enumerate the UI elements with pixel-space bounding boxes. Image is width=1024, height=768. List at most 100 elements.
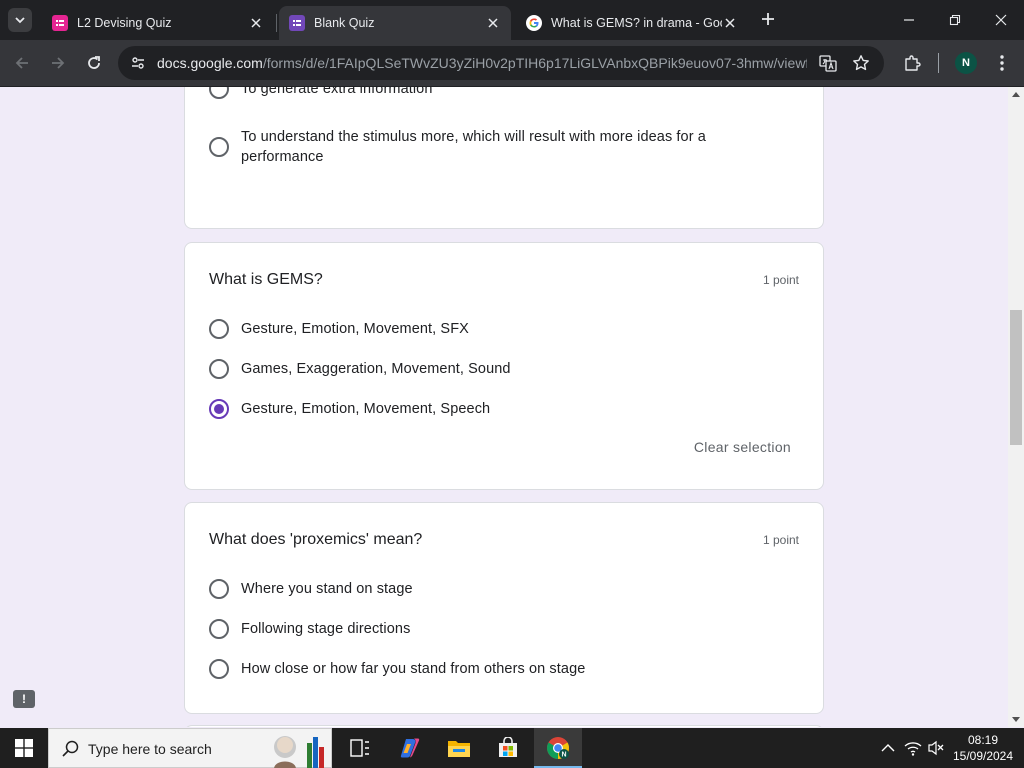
tab-blank-quiz[interactable]: Blank Quiz (279, 6, 511, 40)
scroll-down-arrow-icon[interactable] (1012, 715, 1020, 723)
minimize-icon (904, 19, 914, 21)
reload-button[interactable] (82, 51, 106, 75)
option-understand-stimulus[interactable]: To understand the stimulus more, which w… (209, 127, 799, 167)
network-status[interactable] (903, 738, 923, 758)
windows-taskbar: Type here to search N 08:19 15/09/2024 (0, 728, 1024, 768)
translate-button[interactable] (818, 53, 838, 73)
option-label: How close or how far you stand from othe… (241, 661, 586, 677)
system-clock[interactable]: 08:19 15/09/2024 (948, 732, 1018, 764)
radio-button[interactable] (209, 137, 229, 157)
search-icon (62, 740, 79, 757)
show-hidden-icons-button[interactable] (878, 738, 898, 758)
option-gems-speech[interactable]: Gesture, Emotion, Movement, Speech (209, 399, 799, 419)
close-tab-icon[interactable] (248, 15, 264, 31)
taskbar-search-box[interactable]: Type here to search (48, 728, 332, 768)
search-highlight-illustration-icon (274, 736, 324, 768)
tab-title: L2 Devising Quiz (77, 16, 172, 30)
new-tab-button[interactable] (758, 9, 778, 29)
option-label: Following stage directions (241, 621, 411, 637)
site-info-button[interactable] (126, 51, 150, 75)
option-generate-info[interactable]: To generate extra information (209, 87, 799, 99)
page-scrollbar[interactable] (1008, 87, 1024, 727)
restore-button[interactable] (932, 0, 978, 40)
task-view-button[interactable] (336, 728, 384, 768)
wifi-icon (904, 742, 922, 756)
browser-toolbar: docs.google.com/forms/d/e/1FAIpQLSeTWvZU… (0, 40, 1024, 87)
question-card-next (184, 725, 824, 727)
microsoft-store-icon (499, 737, 517, 757)
option-proxemics-stand[interactable]: Where you stand on stage (209, 579, 799, 599)
radio-button[interactable] (209, 619, 229, 639)
url-text[interactable]: docs.google.com/forms/d/e/1FAIpQLSeTWvZU… (157, 55, 807, 71)
clock-date: 15/09/2024 (952, 749, 1014, 763)
forms-favicon-icon (289, 15, 305, 31)
chevron-down-icon (15, 17, 25, 24)
report-feedback-button[interactable]: ! (13, 690, 35, 708)
scroll-up-arrow-icon[interactable] (1012, 91, 1020, 99)
close-window-button[interactable] (978, 0, 1024, 40)
chrome-icon: N (547, 737, 569, 759)
tab-l2-devising-quiz[interactable]: L2 Devising Quiz (42, 6, 274, 40)
arrow-left-icon (15, 57, 28, 69)
minimize-button[interactable] (886, 0, 932, 40)
more-vert-icon (1000, 55, 1004, 71)
star-icon (853, 55, 869, 71)
reload-icon (88, 56, 100, 69)
file-explorer-icon (448, 741, 470, 757)
option-gems-games[interactable]: Games, Exaggeration, Movement, Sound (209, 359, 799, 379)
tab-title: What is GEMS? in drama - Goog (551, 16, 722, 30)
tab-search-button[interactable] (8, 8, 32, 32)
windows-start-icon[interactable] (15, 739, 33, 757)
radio-button[interactable] (209, 319, 229, 339)
plus-icon (762, 13, 774, 25)
option-proxemics-directions[interactable]: Following stage directions (209, 619, 799, 639)
tab-title: Blank Quiz (314, 16, 375, 30)
question-card-gems: What is GEMS? 1 point Gesture, Emotion, … (184, 242, 824, 490)
points-label: 1 point (762, 273, 799, 287)
close-tab-icon[interactable] (485, 15, 501, 31)
tab-what-is-gems-search[interactable]: What is GEMS? in drama - Goog (516, 6, 748, 40)
arrow-right-icon (52, 57, 65, 69)
clear-selection-button[interactable]: Clear selection (694, 439, 791, 455)
clock-time: 08:19 (967, 733, 999, 747)
tune-icon (132, 57, 144, 69)
option-label: Gesture, Emotion, Movement, Speech (241, 401, 491, 417)
question-card-previous: stimulus To generate extra information T… (184, 87, 824, 229)
svg-text:N: N (561, 752, 566, 759)
radio-button[interactable] (209, 87, 229, 99)
radio-button[interactable] (209, 659, 229, 679)
chrome-taskbar-button[interactable]: N (534, 728, 582, 768)
chevron-up-icon (881, 744, 895, 752)
scrollbar-thumb[interactable] (1010, 310, 1022, 445)
translate-icon (819, 55, 837, 72)
question-title: What does 'proxemics' mean? (209, 531, 423, 548)
forward-button[interactable] (46, 51, 70, 75)
extensions-button[interactable] (901, 52, 923, 74)
url-host: docs.google.com (157, 55, 263, 71)
radio-button-selected[interactable] (209, 399, 229, 419)
copilot-button[interactable] (386, 728, 434, 768)
option-gems-sfx[interactable]: Gesture, Emotion, Movement, SFX (209, 319, 799, 339)
close-icon (995, 14, 1007, 26)
option-label: Games, Exaggeration, Movement, Sound (241, 361, 511, 377)
close-tab-icon[interactable] (722, 15, 738, 31)
microsoft-store-button[interactable] (484, 728, 532, 768)
tab-strip: L2 Devising Quiz Blank Quiz What is GEMS… (0, 0, 1024, 40)
bookmark-button[interactable] (851, 53, 871, 73)
address-bar[interactable]: docs.google.com/forms/d/e/1FAIpQLSeTWvZU… (118, 46, 884, 80)
file-explorer-button[interactable] (435, 728, 483, 768)
radio-button[interactable] (209, 579, 229, 599)
profile-avatar[interactable]: N (955, 52, 977, 74)
option-label: Gesture, Emotion, Movement, SFX (241, 321, 469, 337)
radio-button[interactable] (209, 359, 229, 379)
google-favicon-icon (526, 15, 542, 31)
volume-status[interactable] (926, 738, 946, 758)
option-label: To understand the stimulus more, which w… (241, 129, 706, 165)
restore-icon (949, 14, 961, 26)
task-view-icon (350, 739, 369, 757)
question-card-proxemics: What does 'proxemics' mean? 1 point Wher… (184, 502, 824, 714)
back-button[interactable] (10, 51, 34, 75)
tab-separator (276, 14, 277, 32)
option-proxemics-distance[interactable]: How close or how far you stand from othe… (209, 659, 799, 679)
chrome-menu-button[interactable] (991, 52, 1013, 74)
